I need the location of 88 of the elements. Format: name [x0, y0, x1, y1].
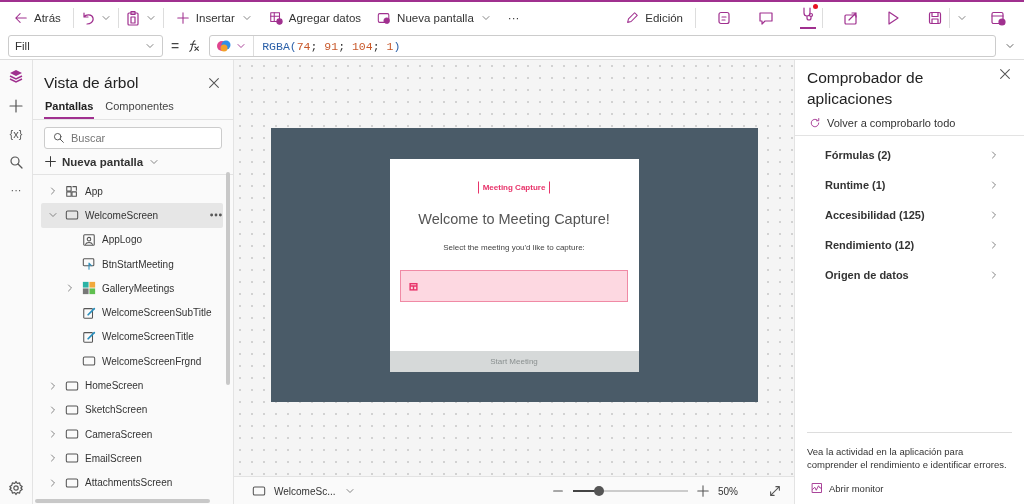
app-logo: Meeting Capture — [477, 181, 551, 194]
screen-icon[interactable] — [65, 475, 79, 490]
tree-item[interactable]: App — [33, 179, 223, 204]
screen-icon[interactable] — [65, 451, 79, 466]
tab[interactable]: Componentes — [104, 98, 175, 119]
tree-item[interactable]: AttachmentsScreen — [33, 470, 223, 495]
tree-item[interactable]: WelcomeScreenTitle — [33, 324, 223, 350]
insert-button[interactable]: Insertar — [169, 6, 259, 29]
function-icon — [187, 39, 202, 53]
more-button[interactable]: ··· — [501, 7, 526, 28]
edit-mode-button[interactable]: Edición — [619, 6, 689, 29]
tree-item[interactable]: GalleryMeetings — [33, 276, 223, 301]
zoom-level: 50% — [718, 485, 738, 497]
notes-icon[interactable] — [716, 9, 732, 26]
new-screen-button[interactable]: Nueva pantalla — [33, 149, 233, 175]
notification-dot — [813, 4, 818, 9]
gallery-icon[interactable] — [82, 281, 96, 296]
search-field[interactable]: Buscar — [44, 127, 222, 149]
recheck-button[interactable]: Volver a comprobarlo todo — [795, 109, 1024, 136]
open-monitor-button[interactable]: Abrir monitor — [807, 481, 890, 495]
tree-item[interactable]: WelcomeScreen — [41, 203, 223, 228]
table-icon — [268, 10, 283, 25]
comment-icon[interactable] — [758, 9, 774, 26]
plus-icon[interactable] — [8, 98, 24, 114]
label-icon[interactable] — [82, 329, 96, 344]
screen-icon[interactable] — [65, 208, 79, 223]
equals-sign: = — [171, 38, 180, 54]
screen-selector[interactable]: WelcomeSc... — [246, 483, 362, 499]
plus-icon — [44, 155, 57, 168]
screen-icon[interactable] — [65, 378, 79, 393]
variables-icon[interactable]: {x} — [9, 128, 23, 140]
formula-field[interactable]: RGBA(74; 91; 104; 1) — [209, 35, 996, 57]
close-icon[interactable] — [998, 67, 1012, 81]
pencil-icon — [625, 10, 640, 25]
welcome-title: Welcome to Meeting Capture! — [418, 211, 610, 227]
zoom-slider-thumb[interactable] — [594, 486, 605, 496]
zoom-in-icon[interactable] — [696, 484, 710, 498]
stethoscope-icon[interactable] — [800, 6, 816, 22]
play-icon[interactable] — [885, 9, 901, 26]
category-item[interactable]: Rendimiento (12) — [795, 230, 1024, 260]
image-icon[interactable] — [82, 232, 96, 247]
scrollbar[interactable] — [226, 172, 230, 385]
tree-item[interactable]: AppLogo — [33, 227, 223, 252]
category-item[interactable]: Origen de datos — [795, 260, 1024, 290]
back-button[interactable]: Atrás — [8, 6, 67, 29]
monitor-icon — [811, 482, 823, 494]
copilot-icon[interactable] — [216, 39, 233, 53]
close-icon[interactable] — [207, 76, 221, 90]
tree-item[interactable]: BtnStartMeeting — [33, 251, 223, 277]
expand-icon[interactable] — [768, 484, 782, 498]
property-dropdown[interactable]: Fill — [8, 35, 163, 57]
tree-item[interactable]: WelcomeScreenFrgnd — [33, 349, 223, 374]
more-icon[interactable]: ··· — [10, 184, 22, 196]
tree-item[interactable]: WelcomeScreenSubTitle — [33, 300, 223, 325]
screen-icon[interactable] — [65, 402, 79, 417]
category-item[interactable]: Fórmulas (2) — [795, 140, 1024, 170]
category-item[interactable]: Accesibilidad (125) — [795, 200, 1024, 230]
category-item[interactable]: Runtime (1) — [795, 170, 1024, 200]
panel-title: Comprobador de aplicaciones — [807, 68, 925, 109]
share-icon[interactable] — [843, 9, 859, 26]
screen-icon — [252, 484, 266, 498]
save-icon[interactable] — [927, 9, 943, 26]
panel-title: Vista de árbol — [44, 74, 139, 92]
settings-icon[interactable] — [8, 480, 24, 496]
button-icon[interactable] — [82, 257, 96, 272]
publish-icon[interactable] — [990, 9, 1006, 26]
screen-icon — [377, 10, 392, 25]
tree-item[interactable]: HomeScreen — [33, 373, 223, 398]
tab[interactable]: Pantallas — [44, 98, 95, 119]
scrollbar[interactable] — [35, 499, 210, 503]
monitor-description: Vea la actividad en la aplicación para comprender el rendimiento e identificar errores. — [807, 445, 1008, 471]
arrow-left-icon — [14, 10, 28, 25]
label-icon[interactable] — [82, 305, 96, 320]
add-data-button[interactable]: Agregar datos — [262, 6, 368, 29]
calendar-icon — [409, 282, 418, 291]
clipboard-icon[interactable] — [124, 9, 141, 26]
app-icon[interactable] — [65, 184, 79, 199]
welcome-subtitle: Select the meeting you'd like to capture: — [443, 243, 585, 252]
tree-item[interactable]: CameraScreen — [33, 421, 223, 447]
search-icon[interactable] — [8, 154, 24, 170]
screen-icon[interactable] — [65, 427, 79, 442]
plus-icon — [175, 10, 190, 25]
refresh-icon — [809, 117, 821, 129]
new-screen-button[interactable]: Nueva pantalla — [371, 6, 498, 29]
screen-icon[interactable] — [82, 354, 96, 369]
layers-icon[interactable] — [8, 68, 24, 84]
tree-item[interactable]: SketchScreen — [33, 397, 223, 422]
tree-item[interactable]: EmailScreen — [33, 446, 223, 471]
